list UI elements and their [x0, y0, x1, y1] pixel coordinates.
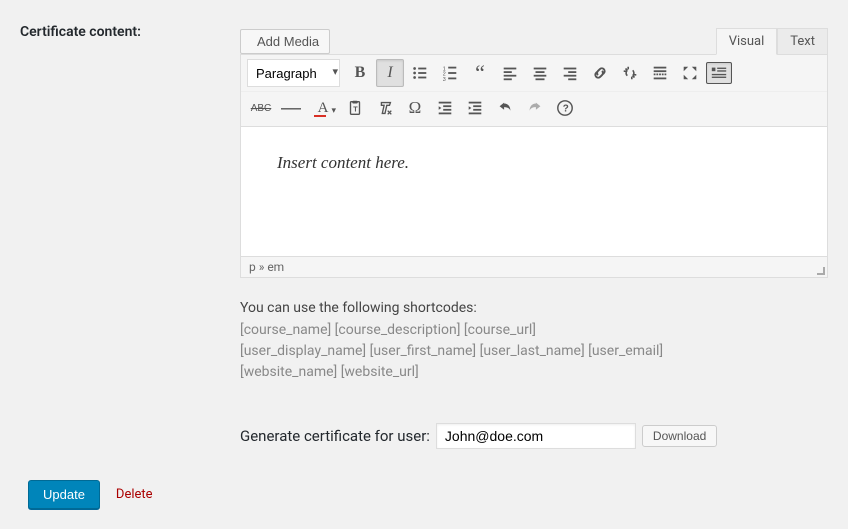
element-path: p » em: [249, 260, 284, 274]
field-label: Certificate content:: [20, 24, 141, 40]
redo-button[interactable]: [521, 94, 549, 122]
bold-button[interactable]: B: [346, 59, 374, 87]
bullet-list-button[interactable]: [406, 59, 434, 87]
chevron-down-icon: ▾: [331, 105, 336, 116]
shortcode-hint-title: You can use the following shortcodes:: [240, 300, 828, 316]
read-more-button[interactable]: [646, 59, 674, 87]
user-email-input[interactable]: [436, 423, 636, 449]
special-character-button[interactable]: Ω: [401, 94, 429, 122]
italic-button[interactable]: I: [376, 59, 404, 87]
paste-text-button[interactable]: T: [341, 94, 369, 122]
outdent-button[interactable]: [431, 94, 459, 122]
update-button[interactable]: Update: [28, 480, 100, 509]
download-button[interactable]: Download: [642, 425, 717, 447]
generate-label: Generate certificate for user:: [240, 427, 430, 445]
undo-button[interactable]: [491, 94, 519, 122]
resize-handle[interactable]: [815, 265, 825, 275]
clear-formatting-button[interactable]: [371, 94, 399, 122]
indent-button[interactable]: [461, 94, 489, 122]
shortcode-line: [website_name] [website_url]: [240, 362, 828, 383]
numbered-list-button[interactable]: 123: [436, 59, 464, 87]
add-media-button[interactable]: Add Media: [240, 29, 330, 54]
svg-text:T: T: [353, 105, 358, 114]
svg-text:?: ?: [563, 104, 569, 115]
help-button[interactable]: ?: [551, 94, 579, 122]
align-center-button[interactable]: [526, 59, 554, 87]
tab-text[interactable]: Text: [777, 28, 828, 54]
strikethrough-button[interactable]: ABC: [247, 94, 275, 122]
editor-toolbar: Paragraph B I 123 “ ABC —: [240, 54, 828, 127]
link-button[interactable]: [586, 59, 614, 87]
align-left-button[interactable]: [496, 59, 524, 87]
editor-mode-tabs: Visual Text: [716, 28, 828, 54]
tab-visual[interactable]: Visual: [716, 28, 778, 55]
editor-status-bar: p » em: [240, 257, 828, 278]
add-media-label: Add Media: [257, 34, 319, 49]
toolbar-toggle-button[interactable]: [706, 62, 732, 84]
unlink-button[interactable]: [616, 59, 644, 87]
horizontal-rule-button[interactable]: —: [277, 94, 305, 122]
align-right-button[interactable]: [556, 59, 584, 87]
editor-content-area[interactable]: Insert content here.: [240, 127, 828, 257]
text-color-button[interactable]: A ▾: [307, 94, 339, 122]
delete-link[interactable]: Delete: [116, 487, 153, 502]
color-swatch: [314, 115, 326, 117]
svg-text:3: 3: [443, 77, 446, 82]
shortcode-line: [user_display_name] [user_first_name] [u…: [240, 341, 828, 362]
shortcode-line: [course_name] [course_description] [cour…: [240, 320, 828, 341]
fullscreen-button[interactable]: [676, 59, 704, 87]
blockquote-button[interactable]: “: [466, 59, 494, 87]
format-select[interactable]: Paragraph: [247, 59, 340, 87]
